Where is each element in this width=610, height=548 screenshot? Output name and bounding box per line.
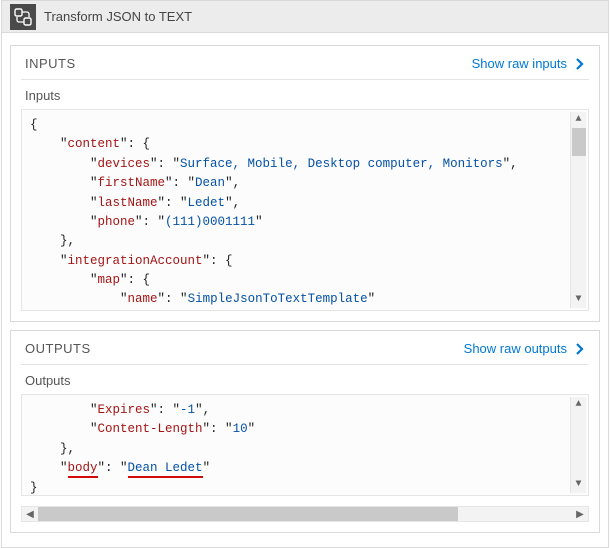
outputs-section-label: OUTPUTS: [25, 341, 464, 356]
inputs-panel: INPUTS Show raw inputs Inputs { "content…: [10, 45, 600, 322]
show-raw-inputs-link[interactable]: Show raw inputs: [472, 56, 587, 71]
outputs-vertical-scrollbar[interactable]: ▲ ▼: [570, 397, 586, 493]
show-raw-outputs-link[interactable]: Show raw outputs: [464, 341, 587, 356]
inputs-code-viewer[interactable]: { "content": { "devices": "Surface, Mobi…: [21, 109, 589, 311]
title-bar: Transform JSON to TEXT: [2, 1, 608, 33]
outputs-subheading: Outputs: [21, 364, 589, 390]
show-raw-inputs-text: Show raw inputs: [472, 56, 567, 71]
page-title: Transform JSON to TEXT: [44, 9, 192, 24]
inputs-section-label: INPUTS: [25, 56, 472, 71]
dialog-frame: Transform JSON to TEXT INPUTS Show raw i…: [1, 0, 609, 548]
inputs-panel-header: INPUTS Show raw inputs: [11, 46, 599, 79]
inputs-vertical-scrollbar[interactable]: ▲ ▼: [570, 112, 586, 308]
scroll-up-icon[interactable]: ▲: [571, 112, 587, 128]
scroll-right-icon[interactable]: ▶: [572, 506, 588, 522]
body-key-highlight: body: [68, 461, 98, 478]
transform-icon: [10, 4, 36, 30]
scroll-down-icon[interactable]: ▼: [571, 477, 587, 493]
scrollbar-thumb[interactable]: [572, 128, 586, 156]
outputs-panel: OUTPUTS Show raw outputs Outputs "Expire…: [10, 330, 600, 533]
outputs-code-viewer[interactable]: "Expires": "-1", "Content-Length": "10" …: [21, 394, 589, 496]
scrollbar-thumb[interactable]: [38, 507, 458, 521]
body-value-highlight: Dean Ledet: [128, 461, 203, 478]
inputs-subheading: Inputs: [21, 79, 589, 105]
inputs-code-content: { "content": { "devices": "Surface, Mobi…: [30, 116, 580, 310]
content-area: INPUTS Show raw inputs Inputs { "content…: [2, 33, 608, 547]
outputs-code-content: "Expires": "-1", "Content-Length": "10" …: [30, 401, 580, 496]
scroll-left-icon[interactable]: ◀: [22, 506, 38, 522]
scroll-down-icon[interactable]: ▼: [571, 292, 587, 308]
chevron-right-icon: [573, 342, 587, 356]
show-raw-outputs-text: Show raw outputs: [464, 341, 567, 356]
scroll-up-icon[interactable]: ▲: [571, 397, 587, 413]
outputs-horizontal-scrollbar[interactable]: ◀ ▶: [21, 506, 589, 522]
outputs-panel-header: OUTPUTS Show raw outputs: [11, 331, 599, 364]
chevron-right-icon: [573, 57, 587, 71]
